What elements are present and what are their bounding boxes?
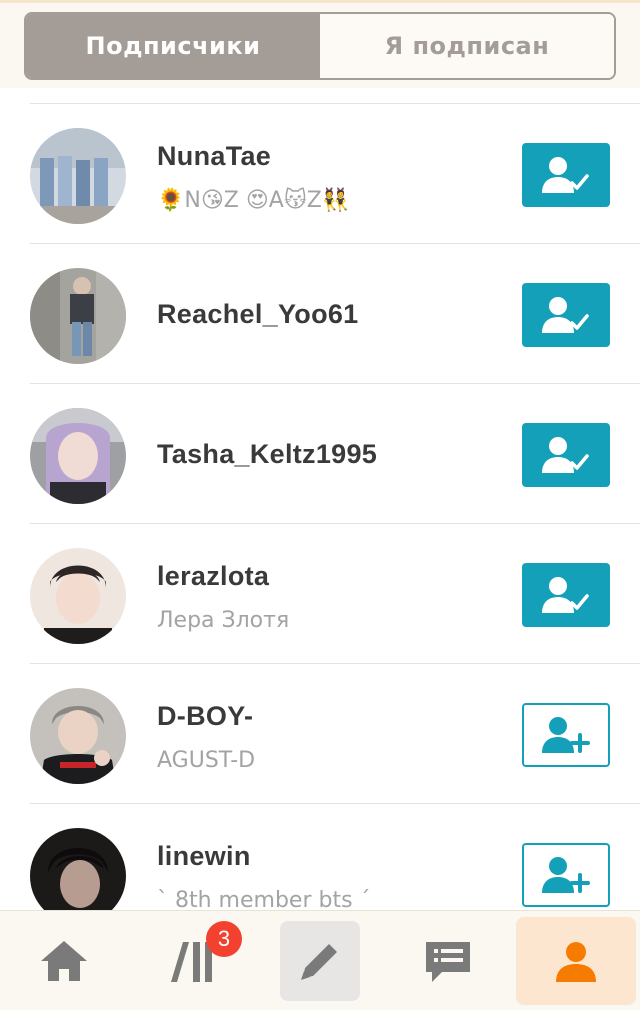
user-name[interactable]: D-BOY-	[157, 701, 253, 732]
user-status-text: AGUST-D	[157, 748, 256, 773]
segmented-control: Подписчики Я подписан	[24, 12, 616, 80]
messages-icon	[426, 941, 470, 982]
profile-active-bg	[516, 916, 636, 1005]
add-user-icon	[542, 857, 590, 893]
avatar[interactable]	[30, 268, 126, 364]
tab-followers[interactable]: Подписчики	[26, 14, 320, 78]
user-check-icon	[542, 297, 589, 333]
user-name[interactable]: Tasha_Keltz1995	[157, 439, 377, 470]
follow-button[interactable]	[522, 703, 610, 767]
nav-compose[interactable]	[256, 911, 384, 1010]
notification-badge: 3	[206, 920, 242, 957]
user-check-icon	[542, 577, 589, 613]
user-name[interactable]: Reachel_Yoo61	[157, 299, 359, 330]
avatar[interactable]	[30, 408, 126, 504]
follow-button[interactable]	[522, 843, 610, 907]
home-icon	[41, 940, 87, 981]
unfollow-button[interactable]	[522, 283, 610, 347]
pencil-icon	[301, 943, 337, 980]
unfollow-button[interactable]	[522, 143, 610, 207]
avatar[interactable]	[30, 128, 126, 224]
nav-messages[interactable]	[384, 911, 512, 1010]
unfollow-button[interactable]	[522, 563, 610, 627]
list-item[interactable]: Reachel_Yoo61	[30, 243, 640, 383]
user-name[interactable]: lerazlota	[157, 561, 269, 592]
user-name[interactable]: linewin	[157, 841, 251, 872]
list-item[interactable]: linewin ` 8th member bts ´	[30, 803, 640, 910]
avatar[interactable]	[30, 688, 126, 784]
followers-list[interactable]: NunaTae 🌻N😘Z 😍A😽Z👯 Reachel_Yoo61 Tasha_K…	[0, 88, 640, 910]
list-item[interactable]: NunaTae 🌻N😘Z 😍A😽Z👯	[30, 103, 640, 243]
nav-profile[interactable]	[512, 911, 640, 1010]
user-check-icon	[542, 157, 589, 193]
avatar[interactable]	[30, 548, 126, 644]
top-bar: Подписчики Я подписан	[0, 0, 640, 88]
avatar[interactable]	[30, 828, 126, 910]
add-user-icon	[542, 717, 590, 753]
nav-home[interactable]	[0, 911, 128, 1010]
list-item[interactable]: Tasha_Keltz1995	[30, 383, 640, 523]
user-status-text: ` 8th member bts ´	[157, 888, 371, 910]
unfollow-button[interactable]	[522, 423, 610, 487]
user-status-text: 🌻N😘Z 😍A😽Z👯	[157, 188, 350, 213]
user-name[interactable]: NunaTae	[157, 141, 271, 172]
user-check-icon	[542, 437, 589, 473]
bottom-nav: 3	[0, 910, 640, 1010]
nav-feed[interactable]: 3	[128, 911, 256, 1010]
list-item[interactable]: lerazlota Лера Злотя	[30, 523, 640, 663]
tab-following[interactable]: Я подписан	[320, 14, 614, 78]
profile-icon	[556, 941, 596, 982]
user-status-text: Лера Злотя	[157, 608, 290, 633]
compose-button-bg	[280, 920, 360, 1001]
list-item[interactable]: D-BOY- AGUST-D	[30, 663, 640, 803]
